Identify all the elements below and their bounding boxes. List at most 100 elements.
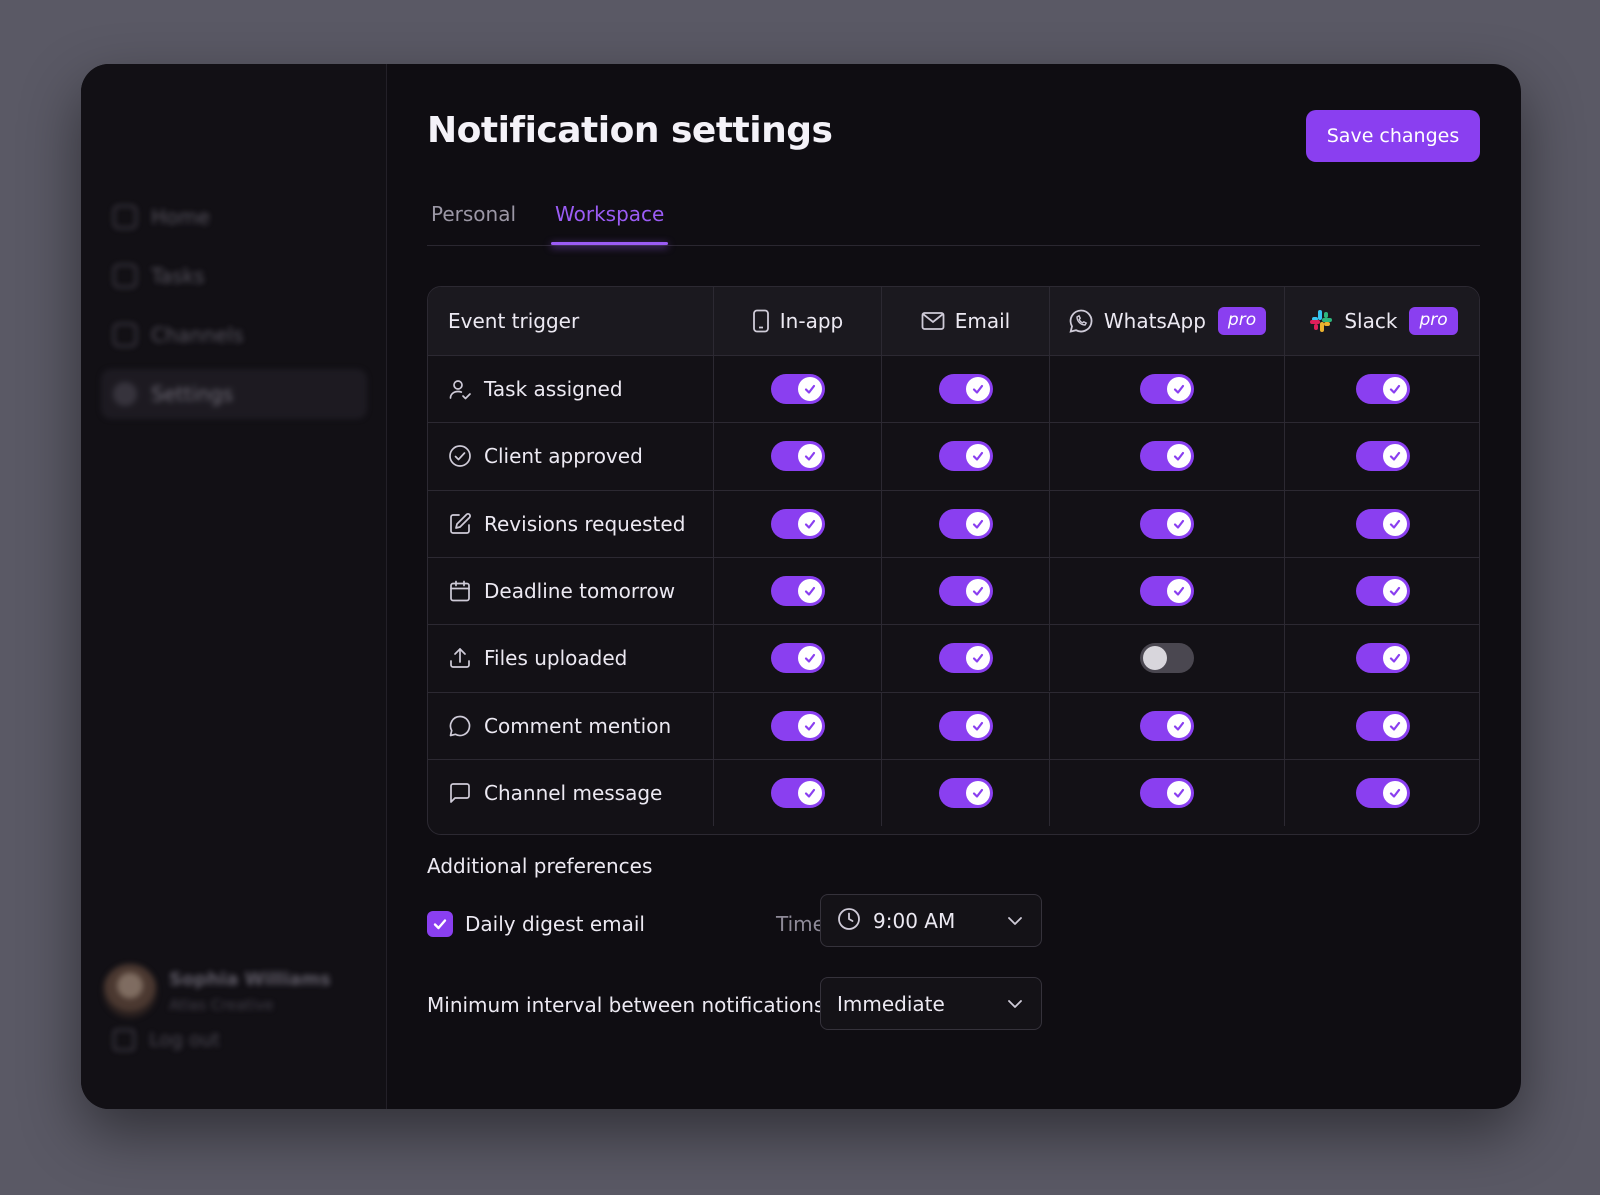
slack-toggle[interactable]: [1356, 643, 1410, 674]
slack-toggle[interactable]: [1356, 441, 1410, 472]
edit-icon: [448, 512, 472, 536]
toggle-knob: [1383, 646, 1407, 671]
whatsapp-cell: [1049, 557, 1284, 625]
event-trigger-cell: Task assigned: [428, 356, 713, 422]
slack-icon: [1308, 308, 1334, 334]
daily-digest-option: Daily digest email: [427, 911, 645, 937]
whatsapp-toggle[interactable]: [1140, 508, 1194, 539]
whatsapp-toggle[interactable]: [1140, 710, 1194, 741]
email-toggle[interactable]: [938, 710, 993, 741]
message-square-icon: [448, 781, 472, 805]
slack-toggle[interactable]: [1356, 508, 1410, 539]
toggle-knob: [1383, 713, 1407, 738]
user-check-icon: [448, 377, 472, 401]
sidebar-item-settings[interactable]: Settings: [101, 369, 367, 419]
slack-toggle[interactable]: [1356, 576, 1410, 607]
toggle-knob: [797, 646, 822, 671]
settings-icon: [113, 382, 137, 406]
inapp-toggle[interactable]: [770, 441, 825, 472]
email-cell: [881, 356, 1049, 423]
slack-toggle[interactable]: [1356, 710, 1410, 741]
inapp-cell: [713, 759, 881, 827]
toggle-knob: [965, 713, 990, 738]
event-trigger-cell: Client approved: [428, 423, 713, 489]
sidebar-item-label: Channels: [151, 323, 244, 347]
inapp-toggle[interactable]: [770, 374, 825, 405]
whatsapp-toggle[interactable]: [1140, 643, 1194, 674]
toggle-knob: [797, 579, 822, 604]
time-select[interactable]: 9:00 AM: [820, 894, 1042, 947]
sidebar-item-label: Tasks: [151, 264, 205, 288]
user-name: Sophia Williams: [169, 968, 331, 990]
slack-toggle[interactable]: [1356, 777, 1410, 808]
time-label: Time: [776, 912, 825, 936]
toggle-knob: [1167, 780, 1191, 805]
email-toggle[interactable]: [938, 777, 993, 808]
whatsapp-toggle[interactable]: [1140, 777, 1194, 808]
table-row: Revisions requested: [428, 489, 1479, 557]
user-profile[interactable]: Sophia Williams Atlas Creative: [103, 964, 331, 1018]
email-toggle[interactable]: [938, 508, 993, 539]
email-cell: [881, 423, 1049, 490]
notification-table: Event trigger In-app Email WhatsApp pro …: [427, 286, 1480, 835]
slack-cell: [1284, 692, 1479, 759]
user-role: Atlas Creative: [169, 995, 274, 1014]
inapp-toggle[interactable]: [770, 508, 825, 539]
toggle-knob: [1383, 511, 1407, 536]
header-inapp: In-app: [713, 287, 881, 355]
toggle-knob: [1167, 579, 1191, 604]
slack-toggle[interactable]: [1356, 374, 1410, 405]
slack-cell: [1284, 423, 1479, 490]
logout-icon: [113, 1029, 135, 1051]
slack-cell: [1284, 490, 1479, 557]
event-trigger-cell: Comment mention: [428, 693, 713, 759]
interval-label: Minimum interval between notifications: [427, 993, 825, 1017]
tab-personal[interactable]: Personal: [427, 202, 520, 244]
inapp-toggle[interactable]: [770, 576, 825, 607]
whatsapp-cell: [1049, 490, 1284, 557]
tab-workspace[interactable]: Workspace: [551, 202, 669, 245]
interval-value: Immediate: [837, 991, 945, 1016]
interval-select[interactable]: Immediate: [820, 977, 1042, 1030]
app-window: Home Tasks Channels Settings Sophia Will…: [81, 64, 1521, 1109]
toggle-knob: [965, 646, 990, 671]
toggle-knob: [1167, 377, 1191, 402]
toggle-knob: [1383, 780, 1407, 805]
sidebar-item-home[interactable]: Home: [101, 192, 367, 242]
header-whatsapp: WhatsApp pro: [1049, 287, 1284, 355]
header-slack: Slack pro: [1284, 287, 1479, 355]
pro-badge: pro: [1409, 307, 1458, 335]
home-icon: [113, 205, 137, 229]
whatsapp-toggle[interactable]: [1140, 441, 1194, 472]
event-label: Task assigned: [484, 377, 623, 402]
inapp-toggle[interactable]: [770, 710, 825, 741]
header-email-label: Email: [954, 309, 1011, 333]
slack-cell: [1284, 356, 1479, 423]
email-toggle[interactable]: [938, 374, 993, 405]
whatsapp-cell: [1049, 625, 1284, 692]
header-event-label: Event trigger: [448, 309, 580, 333]
email-cell: [881, 490, 1049, 557]
sidebar-item-tasks[interactable]: Tasks: [101, 251, 367, 301]
inapp-toggle[interactable]: [770, 777, 825, 808]
comment-icon: [448, 714, 472, 738]
table-row: Client approved: [428, 422, 1479, 490]
inapp-cell: [713, 625, 881, 692]
email-toggle[interactable]: [938, 576, 993, 607]
whatsapp-toggle[interactable]: [1140, 374, 1194, 405]
email-toggle[interactable]: [938, 441, 993, 472]
save-button[interactable]: Save changes: [1306, 110, 1480, 162]
daily-digest-checkbox[interactable]: [427, 911, 453, 937]
whatsapp-icon: [1068, 308, 1094, 334]
inapp-cell: [713, 557, 881, 625]
logout-button[interactable]: Log out: [113, 1029, 220, 1051]
sidebar-item-channels[interactable]: Channels: [101, 310, 367, 360]
email-cell: [881, 692, 1049, 759]
email-toggle[interactable]: [938, 643, 993, 674]
inapp-toggle[interactable]: [770, 643, 825, 674]
toggle-knob: [797, 377, 822, 402]
sidebar-item-label: Home: [151, 205, 211, 229]
clock-icon: [837, 907, 861, 935]
table-row: Files uploaded: [428, 624, 1479, 692]
whatsapp-toggle[interactable]: [1140, 576, 1194, 607]
